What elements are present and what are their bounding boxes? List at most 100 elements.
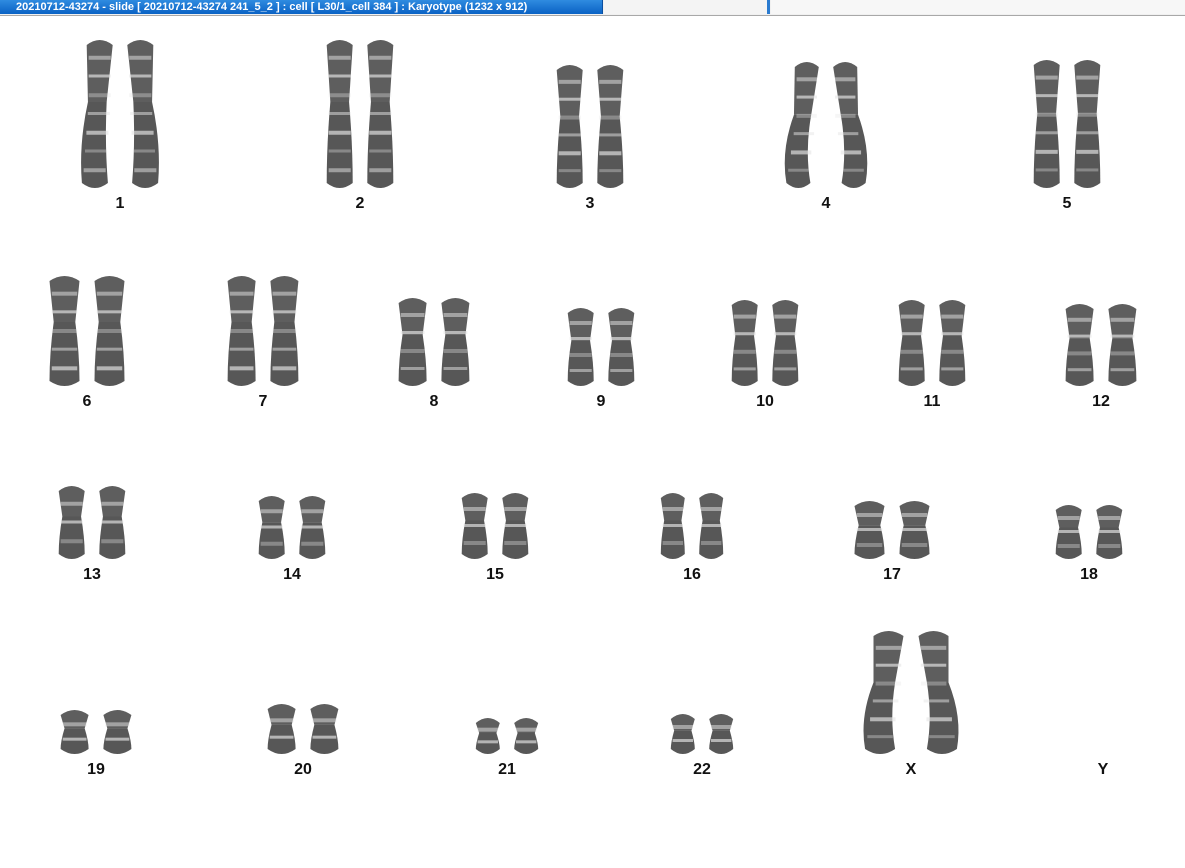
chromosome-label: 11: [923, 393, 941, 410]
chromosome-label: 1: [115, 195, 125, 212]
chromosome: [267, 704, 296, 754]
chromosome-label: 7: [258, 393, 268, 410]
chromosome-label: 8: [429, 393, 439, 410]
chromosome-pair-15[interactable]: [449, 492, 541, 566]
chromosome-pair-image: [670, 714, 734, 754]
chromosome: [918, 631, 959, 754]
chromosome: [398, 298, 427, 386]
window-title-tab[interactable]: 20210712-43274 - slide [ 20210712-43274 …: [0, 0, 603, 14]
chromosome-label: 3: [585, 195, 595, 212]
chromosome-pair-image: [398, 298, 470, 386]
chromosome-pair-image: [660, 493, 724, 559]
chromosome-label: Y: [1097, 761, 1109, 778]
chromosome: [1074, 60, 1101, 188]
chromosome: [514, 718, 539, 754]
chromosome-pair-20[interactable]: [255, 703, 351, 761]
chromosome: [597, 65, 624, 188]
chromosome: [699, 493, 724, 559]
chromosome-label: 19: [87, 761, 105, 778]
chromosome: [258, 496, 285, 559]
chromosome: [567, 308, 594, 386]
chromosome-pair-13[interactable]: [46, 485, 138, 566]
chromosome-pair-image: [49, 276, 125, 386]
chromosome: [60, 710, 89, 754]
chromosome: [326, 40, 353, 188]
chromosome-label: 20: [294, 761, 312, 778]
chromosome-label: 6: [82, 393, 92, 410]
chromosome: [1096, 505, 1123, 559]
chromosome: [863, 631, 904, 754]
chromosome-pair-16[interactable]: [648, 492, 736, 566]
chromosome-pair-image: [326, 40, 394, 188]
chromosome-pair-11[interactable]: [886, 299, 978, 393]
chromosome-label: 14: [283, 566, 301, 583]
chromosome: [670, 714, 695, 754]
chromosome-label: 4: [821, 195, 831, 212]
chromosome: [1055, 505, 1082, 559]
chromosome: [49, 276, 80, 386]
chromosome: [899, 501, 930, 559]
chromosome-label: X: [905, 761, 917, 778]
chromosome-pair-14[interactable]: [246, 495, 338, 566]
chromosome: [127, 40, 159, 188]
chromosome: [227, 276, 256, 386]
chromosome: [310, 704, 339, 754]
chromosome-pair-5[interactable]: [1021, 59, 1113, 195]
chromosome: [833, 62, 868, 188]
chromosome: [299, 496, 326, 559]
chromosome-pair-image: [58, 486, 126, 559]
chromosome: [475, 718, 500, 754]
chromosome: [854, 501, 885, 559]
chromosome: [1033, 60, 1060, 188]
chromosome-pair-2[interactable]: [314, 39, 406, 195]
chromosome: [99, 486, 126, 559]
chromosome-label: 5: [1062, 195, 1072, 212]
chromosome-pair-8[interactable]: [386, 297, 482, 393]
chromosome-pair-22[interactable]: [658, 713, 746, 761]
chromosome-pair-image: [898, 300, 966, 386]
chromosome-label: 22: [693, 761, 711, 778]
chromosome-pair-1[interactable]: [74, 39, 166, 195]
chromosome-pair-image: [731, 300, 799, 386]
chromosome-label: 18: [1080, 566, 1098, 583]
chromosome: [731, 300, 758, 386]
chromosome: [772, 300, 799, 386]
chromosome: [461, 493, 488, 559]
chromosome: [103, 710, 132, 754]
chromosome-pair-image: [1065, 304, 1137, 386]
chromosome-pair-12[interactable]: [1053, 303, 1149, 393]
chromosome-pair-7[interactable]: [215, 275, 311, 393]
title-bar: 20210712-43274 - slide [ 20210712-43274 …: [0, 0, 1185, 16]
chromosome-pair-10[interactable]: [719, 299, 811, 393]
chromosome-pair-x[interactable]: [861, 630, 961, 761]
chromosome-label: 10: [756, 393, 774, 410]
chromosome-label: 13: [83, 566, 101, 583]
chromosome: [58, 486, 85, 559]
chromosome: [939, 300, 966, 386]
chromosome: [441, 298, 470, 386]
chromosome-pair-19[interactable]: [48, 709, 144, 761]
chromosome-pair-21[interactable]: [463, 717, 551, 761]
chromosome-pair-image: [1055, 505, 1123, 559]
chromosome-pair-4[interactable]: [782, 61, 870, 195]
chromosome: [1065, 304, 1094, 386]
chromosome: [81, 40, 113, 188]
chromosome: [784, 62, 819, 188]
chromosome-pair-image: [258, 496, 326, 559]
chromosome-pair-image: [60, 710, 132, 754]
chromosome-pair-18[interactable]: [1043, 504, 1135, 566]
chromosome-pair-6[interactable]: [37, 275, 137, 393]
tab-strip-filler: [771, 0, 1185, 14]
chromosome: [660, 493, 685, 559]
chromosome-pair-image: [784, 62, 868, 188]
chromosome-label: 12: [1092, 393, 1110, 410]
chromosome-pair-image: [81, 40, 159, 188]
chromosome-pair-9[interactable]: [555, 307, 647, 393]
chromosome: [94, 276, 125, 386]
chromosome-pair-17[interactable]: [842, 500, 942, 566]
chromosome-pair-3[interactable]: [544, 64, 636, 195]
chromosome: [608, 308, 635, 386]
chromosome-label: 21: [498, 761, 516, 778]
chromosome: [270, 276, 299, 386]
secondary-tab[interactable]: [604, 0, 770, 14]
